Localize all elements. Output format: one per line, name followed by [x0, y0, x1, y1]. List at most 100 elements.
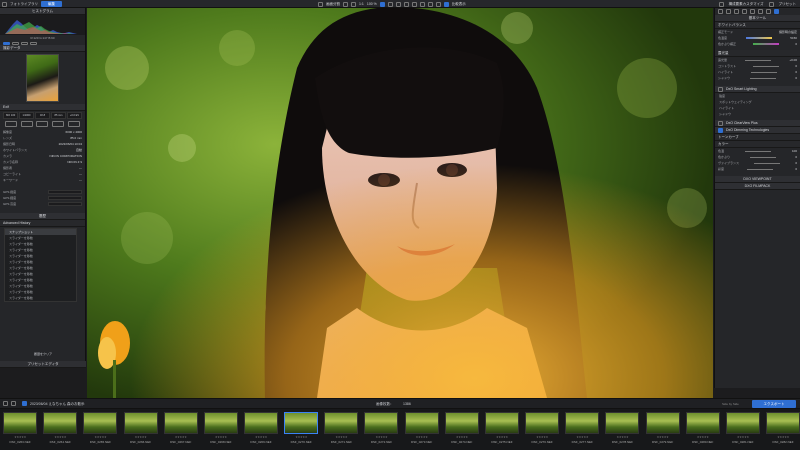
right-tab-icon-1[interactable]: [718, 9, 723, 14]
rating-stars[interactable]: ★★★★★: [94, 435, 106, 439]
rating-stars[interactable]: ★★★★★: [657, 435, 669, 439]
exif-section-header[interactable]: 撮影データ: [0, 45, 85, 52]
local-adjust-icon[interactable]: [419, 1, 425, 7]
rating-stars[interactable]: ★★★★★: [777, 435, 789, 439]
info-section-header[interactable]: Exif: [0, 104, 85, 111]
clearview-header[interactable]: DxO ClearView Plus: [715, 120, 800, 127]
filmstrip-thumb[interactable]: ★★★★★ DSF_0281.NEF: [725, 412, 760, 450]
exposure-header[interactable]: 露光量: [715, 50, 800, 57]
rating-stars[interactable]: ★★★★★: [496, 435, 508, 439]
right-tab-icon-2[interactable]: [726, 9, 731, 14]
filmstrip-thumb[interactable]: ★★★★★ DSF_0269.NEF: [244, 412, 279, 450]
advanced-history-header[interactable]: Advanced History: [0, 220, 85, 227]
filmstrip-thumb[interactable]: ★★★★★ DSF_0282.NEF: [766, 412, 800, 450]
history-clear-button[interactable]: 履歴をクリア: [0, 350, 86, 357]
hist-rgb-button[interactable]: [3, 41, 10, 45]
rating-stars[interactable]: ★★★★★: [14, 435, 26, 439]
grid-icon[interactable]: [435, 1, 441, 7]
preset-editor-bar[interactable]: プリセットエディタ: [0, 361, 86, 368]
history-header[interactable]: 履歴: [0, 213, 85, 220]
filmstrip-thumb[interactable]: ★★★★★ DSF_0279.NEF: [645, 412, 680, 450]
toggle-icon[interactable]: [718, 127, 723, 133]
basic-tools-header[interactable]: 基本ツール: [715, 15, 800, 22]
straighten-icon[interactable]: [387, 1, 393, 7]
mode-button[interactable]: [52, 121, 65, 127]
rating-stars[interactable]: ★★★★★: [697, 435, 709, 439]
viewpoint-header[interactable]: DXO VIEWPOINT: [715, 176, 800, 183]
workspace-icon[interactable]: [718, 1, 724, 7]
filmstrip-thumb[interactable]: ★★★★★ DSF_0274.NEF: [444, 412, 479, 450]
smart-lighting-header[interactable]: DxO Smart Lighting: [715, 86, 800, 93]
compare-icon[interactable]: [443, 1, 449, 7]
gps-field[interactable]: [48, 190, 82, 194]
hist-blue-button[interactable]: [30, 41, 37, 45]
flash-button[interactable]: [4, 121, 17, 127]
rating-stars[interactable]: ★★★★★: [54, 435, 66, 439]
mask-icon[interactable]: [427, 1, 433, 7]
rating-stars[interactable]: ★★★★★: [456, 435, 468, 439]
image-viewer[interactable]: [87, 8, 713, 398]
rating-stars[interactable]: ★★★★★: [376, 435, 388, 439]
filmstrip-thumb[interactable]: ★★★★★ DSF_0266.NEF: [123, 412, 158, 450]
split-view-icon[interactable]: [318, 1, 323, 7]
tone-curve-header[interactable]: トーンカーブ: [715, 134, 800, 141]
redeye-icon[interactable]: [403, 1, 409, 7]
right-tab-icon-6[interactable]: [758, 9, 763, 14]
toggle-icon[interactable]: [718, 86, 723, 92]
filmstrip-thumb[interactable]: ★★★★★ DSF_0277.NEF: [565, 412, 600, 450]
filmstrip-thumb[interactable]: ★★★★★ DSF_0271.NEF: [324, 412, 359, 450]
compare-label[interactable]: 比較表示: [452, 2, 466, 7]
filmstrip-thumb[interactable]: ★★★★★ DSF_0276.NEF: [525, 412, 560, 450]
right-tab-icon-3[interactable]: [734, 9, 739, 14]
rating-stars[interactable]: ★★★★★: [616, 435, 628, 439]
filmstrip-thumb[interactable]: ★★★★★ DSF_0272.NEF: [364, 412, 399, 450]
dimming-header[interactable]: DxO Dimming Technologies: [715, 127, 800, 134]
filmstrip-thumb[interactable]: ★★★★★ DSF_0278.NEF: [605, 412, 640, 450]
hist-green-button[interactable]: [21, 41, 28, 45]
rating-stars[interactable]: ★★★★★: [135, 435, 147, 439]
rating-stars[interactable]: ★★★★★: [737, 435, 749, 439]
filmstrip-thumb[interactable]: ★★★★★ DSF_0264.NEF: [43, 412, 78, 450]
rating-stars[interactable]: ★★★★★: [175, 435, 187, 439]
gps-field[interactable]: [48, 202, 82, 206]
filmstrip-thumb[interactable]: ★★★★★ DSF_0270.NEF: [284, 412, 319, 450]
wb-header[interactable]: ホワイトバランス: [715, 22, 800, 29]
view-mode[interactable]: 画面分割: [326, 2, 340, 7]
export-button[interactable]: エクスポート: [752, 400, 796, 408]
right-tab-icon-7[interactable]: [766, 9, 771, 14]
hist-red-button[interactable]: [12, 41, 19, 45]
zoom-percent[interactable]: 100 %: [367, 2, 377, 6]
filmstrip-thumb[interactable]: ★★★★★ DSF_0280.NEF: [685, 412, 720, 450]
sort-icon[interactable]: [3, 401, 8, 406]
right-tab-icon-5[interactable]: [750, 9, 755, 14]
side-by-side-label[interactable]: Side by Side: [722, 402, 739, 406]
edit-tab[interactable]: 編集: [41, 1, 62, 7]
rating-stars[interactable]: ★★★★★: [295, 435, 307, 439]
rating-stars[interactable]: ★★★★★: [536, 435, 548, 439]
filmstrip-thumb[interactable]: ★★★★★ DSF_0273.NEF: [404, 412, 439, 450]
preset-icon[interactable]: [768, 1, 774, 7]
toggle-icon[interactable]: [718, 120, 723, 126]
library-tab[interactable]: フォトライブラリ: [10, 2, 38, 7]
filmpack-header[interactable]: DXO FILMPACK: [715, 183, 800, 190]
rating-stars[interactable]: ★★★★★: [416, 435, 428, 439]
history-item[interactable]: スライダーを移動: [5, 295, 76, 301]
exposure-prog-button[interactable]: [36, 121, 49, 127]
right-tab-icon-4[interactable]: [742, 9, 747, 14]
rating-stars[interactable]: ★★★★★: [215, 435, 227, 439]
filmstrip-thumb[interactable]: ★★★★★ DSF_0265.NEF: [83, 412, 118, 450]
filmstrip-thumb[interactable]: ★★★★★ DSF_0275.NEF: [484, 412, 519, 450]
repair-icon[interactable]: [411, 1, 417, 7]
eyedropper-icon[interactable]: [395, 1, 401, 7]
app-menu-icon[interactable]: [2, 1, 7, 7]
lens-button[interactable]: [68, 121, 81, 127]
fit-icon[interactable]: [351, 1, 356, 7]
crop-icon[interactable]: [379, 1, 385, 7]
workspace-label[interactable]: 構成要素カスタマイズ: [729, 2, 764, 7]
histogram-header[interactable]: ヒストグラム: [0, 8, 85, 15]
rating-stars[interactable]: ★★★★★: [335, 435, 347, 439]
gps-field[interactable]: [48, 196, 82, 200]
metering-button[interactable]: [20, 121, 33, 127]
folder-icon[interactable]: [22, 401, 27, 406]
preset-label[interactable]: プリセット: [779, 2, 797, 7]
